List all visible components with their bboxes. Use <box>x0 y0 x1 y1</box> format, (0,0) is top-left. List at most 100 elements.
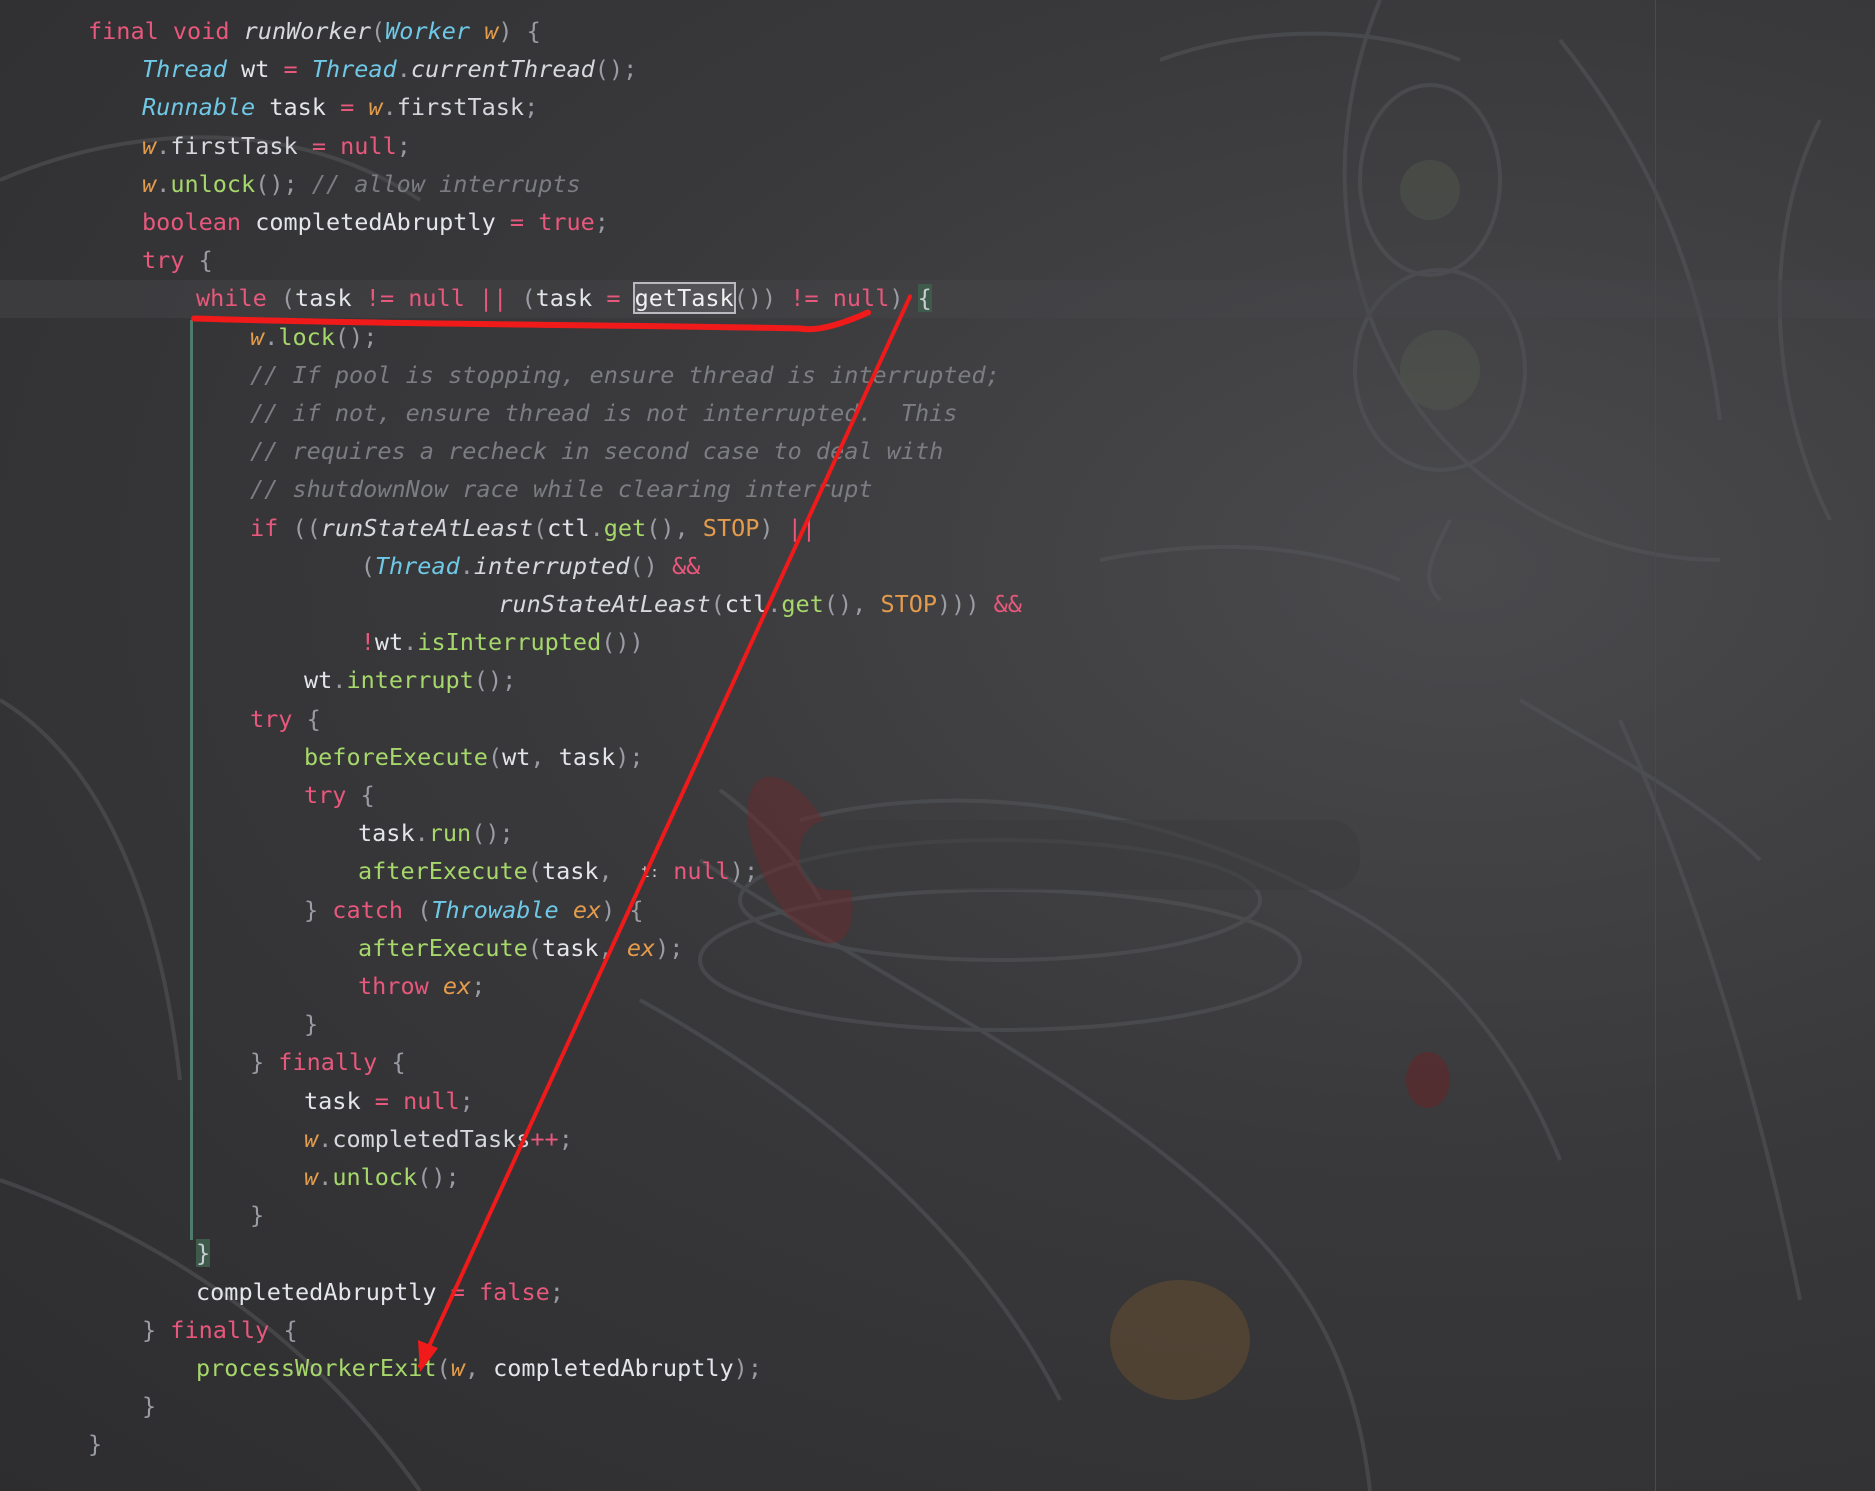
code-token: w <box>484 17 499 45</box>
code-line[interactable]: (Thread.interrupted() && <box>361 547 701 585</box>
code-token: wt <box>374 628 404 657</box>
code-token: task <box>541 857 599 886</box>
code-line[interactable]: // if not, ensure thread is not interrup… <box>250 394 957 432</box>
code-line[interactable]: runStateAtLeast(ctl.get(), STOP))) && <box>498 585 1022 623</box>
code-line[interactable]: Runnable task = w.firstTask; <box>142 88 538 126</box>
code-line[interactable]: Thread wt = Thread.currentThread(); <box>142 50 637 88</box>
code-token: != <box>790 284 819 313</box>
code-line[interactable]: } <box>88 1425 102 1463</box>
code-token: t: <box>640 863 660 882</box>
code-token: ctl <box>547 513 590 542</box>
code-token: = <box>340 93 355 122</box>
code-line[interactable]: if ((runStateAtLeast(ctl.get(), STOP) || <box>250 509 816 547</box>
code-token: ex <box>442 972 472 1000</box>
code-line[interactable]: beforeExecute(wt, task); <box>304 738 644 776</box>
code-token: w <box>368 93 383 122</box>
code-line[interactable]: final void runWorker(Worker w) { <box>88 12 541 50</box>
code-line[interactable]: } catch (Throwable ex) { <box>304 891 644 929</box>
code-token: = <box>450 1277 465 1306</box>
code-token: Thread <box>142 55 227 84</box>
code-token: . <box>396 55 411 84</box>
code-token: w <box>304 1124 319 1153</box>
code-token: ( <box>360 551 375 580</box>
code-token: . <box>156 131 171 160</box>
code-token: afterExecute <box>358 857 528 886</box>
code-token: (); <box>471 819 514 848</box>
code-line[interactable]: boolean completedAbruptly = true; <box>142 203 609 241</box>
code-line[interactable]: } finally { <box>250 1043 406 1081</box>
code-line[interactable]: task = null; <box>304 1082 474 1120</box>
code-token: null <box>403 1086 460 1115</box>
code-line[interactable]: } finally { <box>142 1311 298 1349</box>
code-token: ()) <box>601 628 644 657</box>
code-token: || <box>479 284 508 313</box>
code-line[interactable]: // shutdownNow race while clearing inter… <box>250 470 873 508</box>
code-line[interactable]: try { <box>142 241 213 279</box>
code-line[interactable]: task.run(); <box>358 814 514 852</box>
code-line[interactable]: processWorkerExit(w, completedAbruptly); <box>196 1349 762 1387</box>
code-token: ); <box>655 933 684 962</box>
code-token: { <box>377 1048 406 1077</box>
code-line[interactable]: // requires a recheck in second case to … <box>250 432 943 470</box>
code-line[interactable]: w.lock(); <box>250 318 377 356</box>
code-token: = <box>283 55 298 84</box>
code-token: && <box>993 590 1022 618</box>
code-line[interactable]: wt.interrupt(); <box>304 661 516 699</box>
code-token: null <box>832 284 890 313</box>
code-token: interrupted <box>473 551 630 580</box>
code-token: . <box>414 819 429 848</box>
code-line[interactable]: // If pool is stopping, ensure thread is… <box>250 356 1000 394</box>
code-line[interactable]: try { <box>304 776 375 814</box>
code-token: void <box>172 17 230 45</box>
code-token: . <box>332 666 347 695</box>
code-token: , <box>464 1354 494 1382</box>
code-line[interactable]: } <box>304 1005 318 1043</box>
code-line[interactable]: afterExecute(task, ex); <box>358 929 683 967</box>
code-token: (); <box>473 666 517 695</box>
code-token: false <box>479 1277 550 1306</box>
code-token: try <box>304 781 347 809</box>
code-line[interactable]: completedAbruptly = false; <box>196 1273 564 1311</box>
code-token: ( <box>403 895 432 924</box>
code-line[interactable]: w.firstTask = null; <box>142 127 411 165</box>
code-token: || <box>787 513 816 542</box>
code-token: . <box>382 93 397 122</box>
code-token: get <box>781 590 824 618</box>
code-line[interactable]: } <box>142 1387 156 1425</box>
code-line[interactable]: while (task != null || (task = getTask()… <box>196 279 932 317</box>
code-token: () <box>629 551 672 580</box>
code-line[interactable]: !wt.isInterrupted()) <box>361 623 644 661</box>
code-token: task <box>295 284 352 313</box>
code-token: true <box>538 208 595 236</box>
code-line[interactable]: try { <box>250 700 321 738</box>
code-token: . <box>264 322 279 351</box>
code-token: completedAbruptly <box>255 208 496 236</box>
code-token: try <box>250 704 293 733</box>
code-line[interactable]: } <box>196 1234 211 1272</box>
code-token: . <box>403 628 418 657</box>
code-line[interactable]: throw ex; <box>358 967 485 1005</box>
code-line[interactable]: w.unlock(); <box>304 1158 460 1196</box>
code-token: . <box>589 513 604 542</box>
code-token: w <box>304 1163 319 1191</box>
code-line[interactable]: w.unlock(); // allow interrupts <box>142 165 581 203</box>
code-line[interactable]: w.completedTasks++; <box>304 1120 573 1158</box>
code-line[interactable]: afterExecute(task, t: null); <box>358 852 758 890</box>
code-token: finally <box>278 1048 378 1077</box>
code-editor[interactable]: final void runWorker(Worker w) {Thread w… <box>0 0 1875 1491</box>
code-line[interactable]: } <box>250 1196 264 1234</box>
code-token: runWorker <box>243 17 371 45</box>
code-token: unlock <box>170 169 256 198</box>
code-token: completedAbruptly <box>493 1354 734 1382</box>
code-token: ; <box>396 131 411 160</box>
